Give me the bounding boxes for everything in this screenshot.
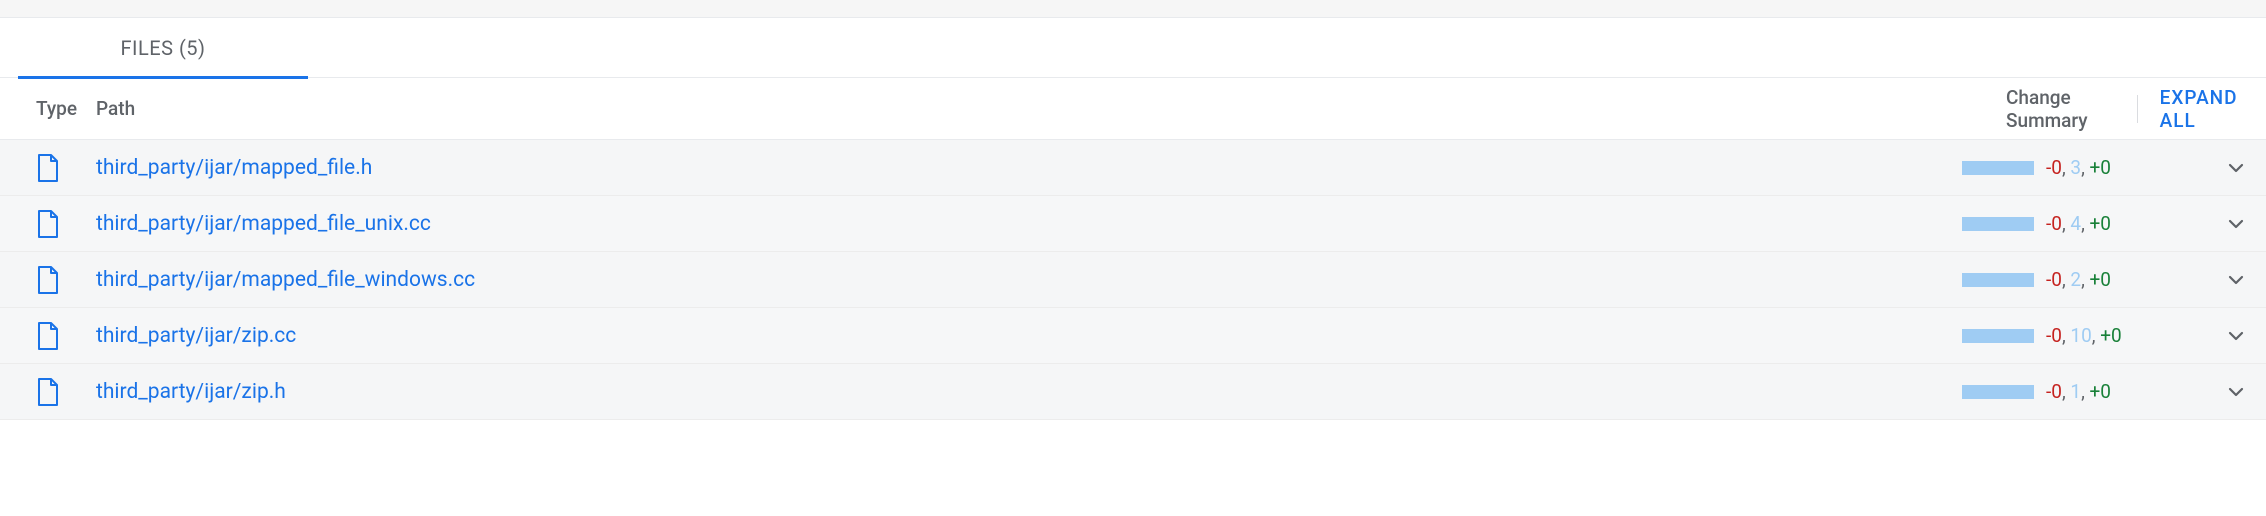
tab-files-label: FILES (5) — [120, 36, 205, 60]
delta-removed: -0 — [2046, 380, 2062, 403]
chevron-down-icon[interactable] — [2227, 215, 2245, 233]
chevron-down-icon[interactable] — [2227, 383, 2245, 401]
change-bar — [1962, 161, 2034, 175]
change-bar — [1962, 385, 2034, 399]
delta-added: +0 — [2090, 380, 2111, 403]
table-row[interactable]: third_party/ijar/mapped_file.h -0, 3, +0 — [0, 140, 2266, 196]
delta-modified: 3 — [2070, 156, 2081, 179]
header-path: Path — [96, 97, 135, 120]
delta-modified: 2 — [2070, 268, 2081, 291]
file-path[interactable]: third_party/ijar/zip.h — [96, 380, 286, 404]
delta-added: +0 — [2090, 156, 2111, 179]
file-icon — [36, 154, 60, 182]
change-deltas: -0, 10, +0 — [2046, 324, 2206, 347]
table-row[interactable]: third_party/ijar/zip.cc -0, 10, +0 — [0, 308, 2266, 364]
file-icon — [36, 378, 60, 406]
table-row[interactable]: third_party/ijar/mapped_file_windows.cc … — [0, 252, 2266, 308]
delta-added: +0 — [2090, 212, 2111, 235]
table-row[interactable]: third_party/ijar/zip.h -0, 1, +0 — [0, 364, 2266, 420]
delta-removed: -0 — [2046, 268, 2062, 291]
file-path[interactable]: third_party/ijar/zip.cc — [96, 324, 296, 348]
change-deltas: -0, 1, +0 — [2046, 380, 2206, 403]
file-list-header: Type Path Change Summary EXPAND ALL — [0, 78, 2266, 140]
file-path[interactable]: third_party/ijar/mapped_file_unix.cc — [96, 212, 431, 236]
change-deltas: -0, 2, +0 — [2046, 268, 2206, 291]
delta-removed: -0 — [2046, 156, 2062, 179]
file-icon — [36, 266, 60, 294]
change-deltas: -0, 4, +0 — [2046, 212, 2206, 235]
file-path[interactable]: third_party/ijar/mapped_file_windows.cc — [96, 268, 475, 292]
delta-modified: 4 — [2070, 212, 2081, 235]
change-deltas: -0, 3, +0 — [2046, 156, 2206, 179]
file-icon — [36, 322, 60, 350]
delta-removed: -0 — [2046, 324, 2062, 347]
delta-modified: 1 — [2070, 380, 2081, 403]
header-divider — [2137, 95, 2138, 123]
header-type: Type — [36, 97, 77, 120]
tab-underline — [18, 76, 308, 79]
tabs-bar: FILES (5) — [0, 18, 2266, 78]
file-path[interactable]: third_party/ijar/mapped_file.h — [96, 156, 372, 180]
chevron-down-icon[interactable] — [2227, 159, 2245, 177]
change-bar — [1962, 329, 2034, 343]
change-bar — [1962, 217, 2034, 231]
chevron-down-icon[interactable] — [2227, 271, 2245, 289]
delta-added: +0 — [2090, 268, 2111, 291]
header-change-summary: Change Summary — [2006, 86, 2115, 132]
tab-files[interactable]: FILES (5) — [18, 18, 308, 78]
file-list: third_party/ijar/mapped_file.h -0, 3, +0… — [0, 140, 2266, 420]
delta-added: +0 — [2100, 324, 2121, 347]
file-icon — [36, 210, 60, 238]
delta-removed: -0 — [2046, 212, 2062, 235]
change-bar — [1962, 273, 2034, 287]
table-row[interactable]: third_party/ijar/mapped_file_unix.cc -0,… — [0, 196, 2266, 252]
expand-all-button[interactable]: EXPAND ALL — [2160, 86, 2246, 132]
top-strip — [0, 0, 2266, 18]
chevron-down-icon[interactable] — [2227, 327, 2245, 345]
delta-modified: 10 — [2070, 324, 2091, 347]
